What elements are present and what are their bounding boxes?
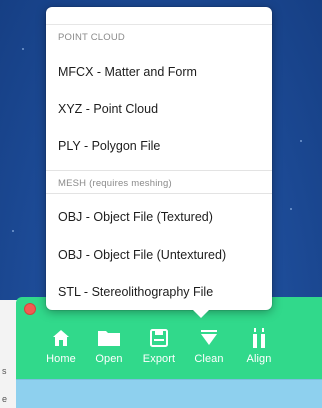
left-strip-mark: e xyxy=(2,394,8,404)
funnel-icon xyxy=(197,327,221,349)
menu-item-obj-textured[interactable]: OBJ - Object File (Textured) xyxy=(46,199,272,235)
star-speck xyxy=(290,208,292,210)
align-button[interactable]: Align xyxy=(234,327,284,365)
open-button[interactable]: Open xyxy=(84,327,134,365)
bottom-panel-border xyxy=(16,379,322,380)
close-window-button[interactable] xyxy=(24,303,36,315)
star-speck xyxy=(22,48,24,50)
star-speck xyxy=(300,140,302,142)
open-label: Open xyxy=(95,353,123,365)
home-icon xyxy=(49,327,73,349)
clean-button[interactable]: Clean xyxy=(184,327,234,365)
align-icon xyxy=(247,327,271,349)
star-speck xyxy=(12,230,14,232)
menu-item-stl[interactable]: STL - Stereolithography File xyxy=(46,274,272,310)
left-strip-mark: s xyxy=(2,366,7,376)
save-icon xyxy=(147,327,171,349)
menu-divider xyxy=(46,193,272,194)
bottom-panel xyxy=(16,379,322,408)
menu-divider xyxy=(46,24,272,25)
home-button[interactable]: Home xyxy=(36,327,86,365)
menu-item-obj-untextured[interactable]: OBJ - Object File (Untextured) xyxy=(46,237,272,273)
toolbar-buttons: Home Open Export Clean Align xyxy=(36,327,284,365)
export-menu: POINT CLOUD MFCX - Matter and Form XYZ -… xyxy=(46,7,272,318)
menu-item-xyz[interactable]: XYZ - Point Cloud xyxy=(46,91,272,127)
clean-label: Clean xyxy=(194,353,224,365)
mesh-header: MESH (requires meshing) xyxy=(58,178,172,189)
export-label: Export xyxy=(142,353,176,365)
left-side-strip: s e xyxy=(0,300,16,408)
folder-icon xyxy=(97,327,121,349)
menu-pointer-arrow xyxy=(193,310,209,318)
export-button[interactable]: Export xyxy=(134,327,184,365)
menu-item-ply[interactable]: PLY - Polygon File xyxy=(46,128,272,164)
menu-item-mfcx[interactable]: MFCX - Matter and Form xyxy=(46,54,272,90)
menu-divider xyxy=(46,170,272,171)
align-label: Align xyxy=(246,353,272,365)
home-label: Home xyxy=(46,353,76,365)
point-cloud-header: POINT CLOUD xyxy=(58,32,125,43)
